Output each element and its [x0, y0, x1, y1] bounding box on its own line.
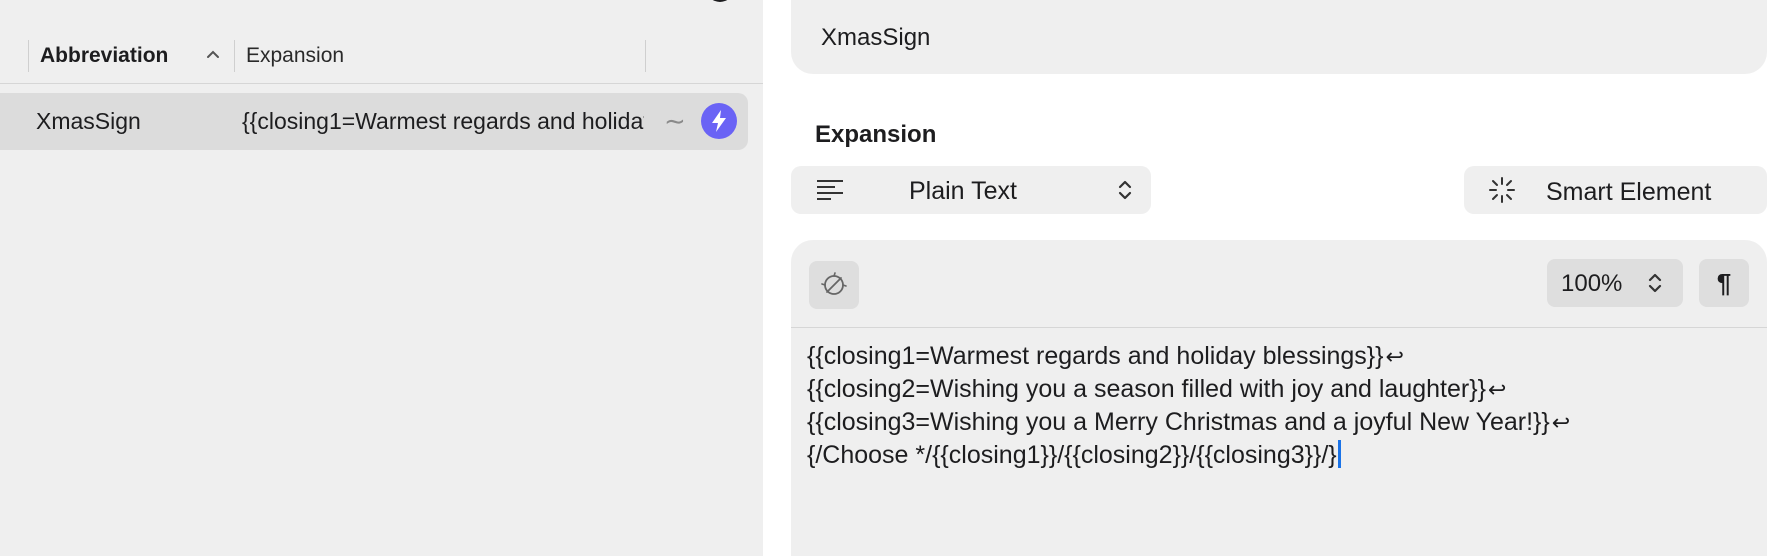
align-left-lines-icon — [817, 180, 843, 200]
zoom-select[interactable]: 100% — [1547, 259, 1683, 307]
lightning-bolt-icon[interactable] — [701, 103, 737, 139]
column-separator[interactable] — [645, 40, 646, 72]
column-header-expansion[interactable]: Expansion — [246, 44, 344, 68]
editor-toolbar: 100% ¶ — [791, 240, 1767, 328]
editor-line-text: {{closing1=Warmest regards and holiday b… — [807, 342, 1384, 370]
sparkle-icon — [1489, 177, 1515, 203]
chevron-updown-icon — [1118, 180, 1132, 200]
magic-wand-icon — [821, 272, 847, 295]
magic-wand-button[interactable] — [809, 261, 859, 309]
snippet-list-panel: Abbreviation Expansion XmasSign {{closin… — [0, 0, 763, 556]
format-select[interactable]: Plain Text — [791, 166, 1151, 214]
abbreviation-field[interactable]: XmasSign — [791, 0, 1767, 74]
return-icon: ↩ — [1385, 344, 1404, 369]
abbreviation-field-value: XmasSign — [821, 24, 931, 51]
return-icon: ↩ — [1551, 410, 1571, 435]
editor-line: {/Choose */{{closing1}}/{{closing2}}/{{c… — [807, 439, 1747, 471]
pilcrow-icon[interactable]: ¶ — [1699, 259, 1749, 307]
sort-ascending-icon[interactable] — [204, 45, 222, 63]
return-icon: ↩ — [1487, 377, 1507, 402]
editor-line: {{closing3=Wishing you a Merry Christmas… — [807, 406, 1747, 439]
column-header-abbreviation[interactable]: Abbreviation — [40, 44, 168, 68]
editor-line-text: {{closing3=Wishing you a Merry Christmas… — [807, 408, 1550, 436]
smart-element-label: Smart Element — [1546, 178, 1712, 206]
smart-element-button[interactable]: Smart Element — [1464, 166, 1767, 214]
row-expansion: {{closing1=Warmest regards and holiday b… — [242, 108, 644, 134]
chevron-updown-icon — [1648, 273, 1662, 293]
column-separator — [28, 40, 29, 72]
zoom-level: 100% — [1561, 270, 1623, 297]
table-header: Abbreviation Expansion — [0, 36, 763, 84]
editor-text-area[interactable]: {{closing1=Warmest regards and holiday b… — [807, 340, 1747, 471]
tilde-icon: ∼ — [664, 106, 686, 136]
window-corner-arc — [706, 0, 734, 2]
expansion-editor[interactable]: 100% ¶ {{closing1=Warmest regards and ho… — [791, 240, 1767, 556]
table-row[interactable]: XmasSign {{closing1=Warmest regards and … — [0, 93, 748, 150]
text-caret — [1337, 440, 1341, 468]
editor-line-text: {/Choose */{{closing1}}/{{closing2}}/{{c… — [807, 441, 1337, 469]
editor-line-text: {{closing2=Wishing you a season filled w… — [807, 375, 1486, 403]
editor-line: {{closing1=Warmest regards and holiday b… — [807, 340, 1747, 373]
row-abbreviation: XmasSign — [36, 108, 141, 134]
expansion-section-label: Expansion — [815, 121, 937, 148]
snippet-detail-panel: XmasSign Expansion Plain Text Smart Elem… — [763, 0, 1790, 556]
format-select-label: Plain Text — [909, 177, 1017, 205]
column-separator[interactable] — [234, 40, 235, 72]
editor-line: {{closing2=Wishing you a season filled w… — [807, 373, 1747, 406]
